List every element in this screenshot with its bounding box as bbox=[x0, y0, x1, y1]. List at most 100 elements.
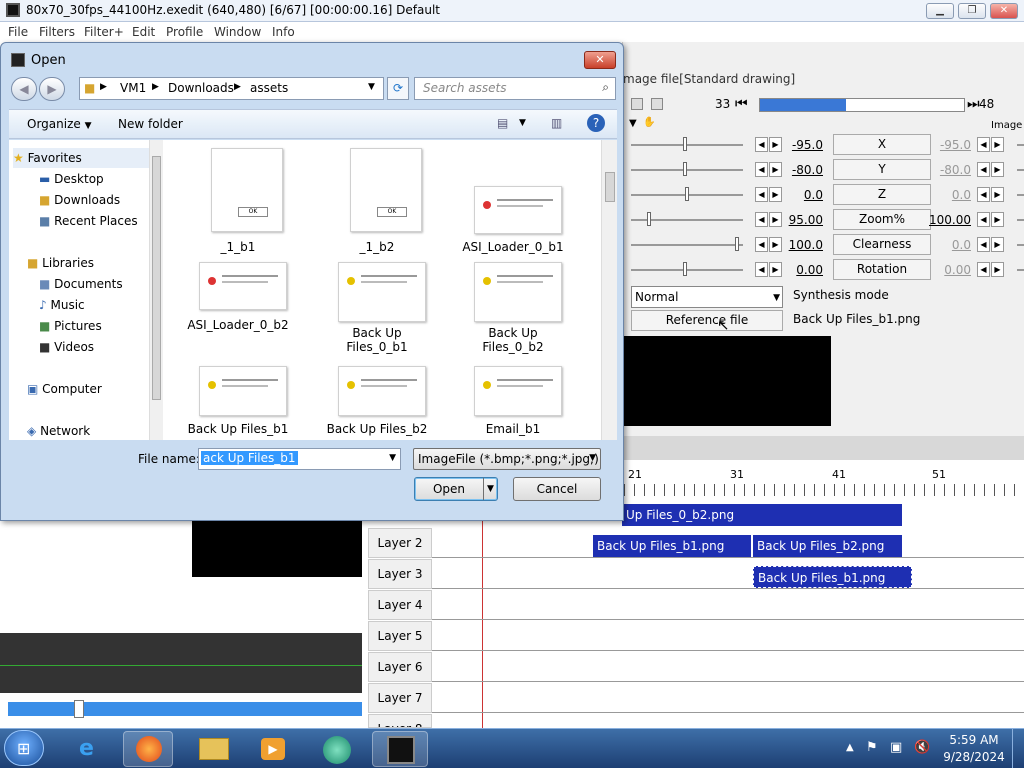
reference-file-button[interactable]: Reference file bbox=[631, 310, 783, 331]
network-tray-icon[interactable]: ▣ bbox=[890, 740, 902, 755]
playhead-line[interactable] bbox=[482, 496, 483, 728]
file-item[interactable]: Back Up Files_0_b2 bbox=[468, 262, 588, 362]
param-end-value[interactable]: 0.00 bbox=[927, 263, 971, 277]
param-start-value[interactable]: -95.0 bbox=[779, 138, 823, 152]
param-label-button[interactable]: Z bbox=[833, 184, 931, 205]
tray-expand-icon[interactable]: ▲ bbox=[846, 742, 854, 753]
layer-label[interactable]: Layer 2 bbox=[368, 528, 432, 558]
new-folder-button[interactable]: New folder bbox=[118, 117, 183, 131]
nav-computer[interactable]: ▣ Computer bbox=[27, 379, 102, 399]
param-slider-knob[interactable] bbox=[735, 237, 739, 251]
param-decrement-button[interactable]: ◀ bbox=[755, 262, 768, 277]
filename-input[interactable]: ack Up Files_b1 ▼ bbox=[198, 448, 401, 470]
menu-edit[interactable]: Edit bbox=[132, 25, 155, 39]
clock-date[interactable]: 9/28/2024 bbox=[940, 750, 1008, 764]
nav-desktop[interactable]: ▬ Desktop bbox=[39, 169, 104, 189]
file-item[interactable]: Back Up Files_0_b1 bbox=[332, 262, 452, 362]
param-end-decrement-button[interactable]: ◀ bbox=[977, 162, 990, 177]
minimize-button[interactable]: ▁ bbox=[926, 3, 954, 19]
param-slider-knob[interactable] bbox=[683, 262, 687, 276]
nav-scrollbar[interactable] bbox=[149, 140, 163, 440]
menu-file[interactable]: File bbox=[8, 25, 28, 39]
search-icon[interactable]: ⌕ bbox=[602, 80, 609, 95]
param-end-increment-button[interactable]: ▶ bbox=[991, 137, 1004, 152]
app-taskbar-icon[interactable] bbox=[312, 731, 362, 767]
param-end-decrement-button[interactable]: ◀ bbox=[977, 237, 990, 252]
param-end-increment-button[interactable]: ▶ bbox=[991, 262, 1004, 277]
nav-videos[interactable]: ■ Videos bbox=[39, 337, 94, 357]
timeline-clip-selected[interactable]: Back Up Files_b1.png bbox=[753, 566, 912, 588]
param-end-value[interactable]: -80.0 bbox=[927, 163, 971, 177]
flag-icon[interactable]: ⚑ bbox=[866, 740, 878, 755]
cancel-button[interactable]: Cancel bbox=[513, 477, 601, 501]
search-input[interactable]: Search assets ⌕ bbox=[414, 77, 616, 100]
param-slider-track[interactable] bbox=[631, 169, 743, 171]
param-end-decrement-button[interactable]: ◀ bbox=[977, 262, 990, 277]
layer-label[interactable]: Layer 7 bbox=[368, 683, 432, 713]
param-end-decrement-button[interactable]: ◀ bbox=[977, 212, 990, 227]
param-start-value[interactable]: 95.00 bbox=[779, 213, 823, 227]
rewind-icon[interactable]: ⏮ bbox=[735, 96, 748, 112]
layer-label[interactable]: Layer 5 bbox=[368, 621, 432, 651]
param-end-decrement-button[interactable]: ◀ bbox=[977, 187, 990, 202]
nav-recent-places[interactable]: ■ Recent Places bbox=[39, 211, 138, 231]
image-icon[interactable] bbox=[651, 98, 663, 110]
param-start-value[interactable]: 0.0 bbox=[779, 188, 823, 202]
layer-label[interactable]: Layer 8 bbox=[368, 714, 432, 728]
hand-icon[interactable]: ✋ bbox=[643, 117, 655, 128]
timeline-clip[interactable]: Back Up Files_b1.png bbox=[593, 535, 751, 557]
organize-button[interactable]: Organize ▼ bbox=[27, 117, 92, 131]
param-end-value[interactable]: 0.0 bbox=[927, 238, 971, 252]
forward-button[interactable]: ▶ bbox=[39, 77, 65, 101]
nav-libraries[interactable]: ■ Libraries bbox=[27, 253, 94, 273]
aviutl-taskbar-icon[interactable] bbox=[372, 731, 428, 767]
nav-favorites[interactable]: ★ Favorites bbox=[13, 148, 149, 168]
chevron-down-icon[interactable]: ▼ bbox=[368, 82, 375, 92]
file-item[interactable]: ASI_Loader_0_b2 bbox=[187, 262, 313, 362]
close-button[interactable]: ✕ bbox=[990, 3, 1018, 19]
menu-info[interactable]: Info bbox=[272, 25, 295, 39]
dialog-close-button[interactable]: ✕ bbox=[584, 51, 616, 69]
nav-music[interactable]: ♪ Music bbox=[39, 295, 85, 315]
param-end-value[interactable]: -95.0 bbox=[927, 138, 971, 152]
param-end-increment-button[interactable]: ▶ bbox=[991, 162, 1004, 177]
clock-time[interactable]: 5:59 AM bbox=[946, 733, 1002, 747]
seekbar-thumb[interactable] bbox=[74, 700, 84, 718]
nav-downloads[interactable]: ■ Downloads bbox=[39, 190, 120, 210]
maximize-button[interactable]: ❐ bbox=[958, 3, 986, 19]
breadcrumb-downloads[interactable]: Downloads bbox=[168, 81, 234, 95]
layer-label[interactable]: Layer 4 bbox=[368, 590, 432, 620]
firefox-taskbar-icon[interactable] bbox=[123, 731, 173, 767]
param-slider-track[interactable] bbox=[631, 269, 743, 271]
chevron-down-icon[interactable]: ▼ bbox=[389, 453, 396, 463]
nav-pictures[interactable]: ■ Pictures bbox=[39, 316, 102, 336]
param-decrement-button[interactable]: ◀ bbox=[755, 212, 768, 227]
forward-icon[interactable]: ⏭ bbox=[967, 96, 980, 112]
ie-taskbar-icon[interactable]: e bbox=[64, 731, 114, 767]
frame-range-bar[interactable] bbox=[759, 98, 965, 112]
param-end-value[interactable]: 100.00 bbox=[927, 213, 971, 227]
files-scrollbar[interactable] bbox=[601, 140, 617, 440]
collapse-icon[interactable]: ▼ bbox=[629, 118, 637, 129]
param-slider-knob[interactable] bbox=[683, 162, 687, 176]
preview-seekbar[interactable] bbox=[8, 700, 362, 718]
blend-mode-select[interactable]: Normal ▼ bbox=[631, 286, 783, 308]
breadcrumb-assets[interactable]: assets bbox=[250, 81, 288, 95]
open-split-chevron-icon[interactable]: ▼ bbox=[483, 478, 497, 500]
param-end-increment-button[interactable]: ▶ bbox=[991, 237, 1004, 252]
address-bar[interactable]: ■ ▶ VM1 ▶ Downloads ▶ assets ▼ bbox=[79, 77, 384, 100]
menu-window[interactable]: Window bbox=[214, 25, 261, 39]
param-end-increment-button[interactable]: ▶ bbox=[991, 212, 1004, 227]
menu-filters[interactable]: Filters bbox=[39, 25, 75, 39]
nav-scrollbar-thumb[interactable] bbox=[152, 156, 161, 400]
param-label-button[interactable]: X bbox=[833, 134, 931, 155]
timeline-clip[interactable]: Up Files_0_b2.png bbox=[622, 504, 902, 526]
help-icon[interactable]: ? bbox=[587, 114, 605, 132]
explorer-taskbar-icon[interactable] bbox=[188, 731, 238, 767]
param-end-value[interactable]: 0.0 bbox=[927, 188, 971, 202]
param-start-value[interactable]: 0.00 bbox=[779, 263, 823, 277]
start-button[interactable]: ⊞ bbox=[4, 730, 44, 766]
volume-muted-icon[interactable]: 🔇 bbox=[914, 740, 930, 755]
nav-documents[interactable]: ■ Documents bbox=[39, 274, 123, 294]
files-scrollbar-thumb[interactable] bbox=[605, 172, 615, 202]
